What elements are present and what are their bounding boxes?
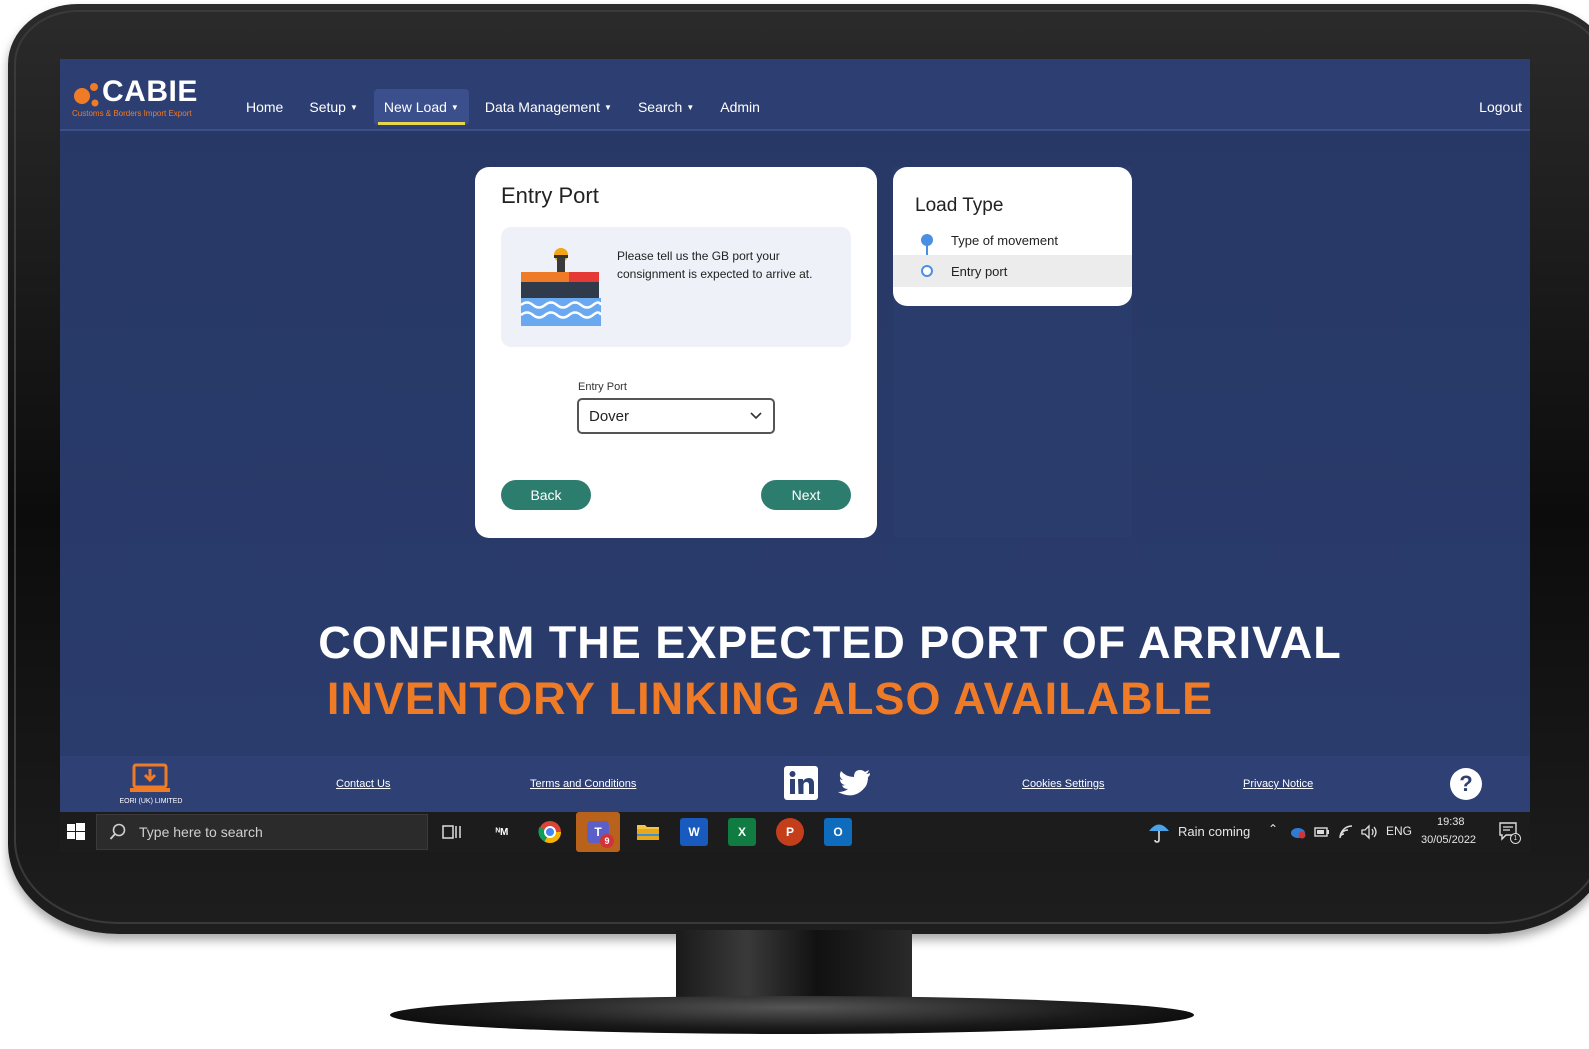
onedrive-icon[interactable] (1290, 825, 1306, 839)
nav-admin[interactable]: Admin (710, 89, 770, 125)
entry-port-label: Entry Port (578, 381, 627, 393)
step-label: Type of movement (951, 232, 1058, 248)
entry-port-value: Dover (589, 407, 630, 425)
search-icon (109, 823, 126, 840)
load-type-panel: Load Type Type of movement Entry port (893, 167, 1132, 306)
clock-time[interactable]: 19:38 (1437, 816, 1465, 828)
notification-center-icon[interactable]: 1 (1498, 821, 1521, 844)
nav-home-label: Home (246, 99, 284, 115)
excel-icon[interactable]: X (728, 818, 756, 846)
app-window: CABIE Customs & Borders Import Export Ho… (60, 59, 1530, 812)
caret-down-icon: ▼ (450, 102, 459, 112)
footer-logo: EORI (UK) LIMITED (116, 762, 186, 808)
brand-name: CABIE (102, 75, 198, 108)
search-placeholder: Type here to search (139, 824, 263, 840)
wifi-icon[interactable] (1338, 824, 1354, 840)
next-button[interactable]: Next (761, 480, 851, 510)
entry-port-card: Entry Port Please tell us the GB port yo… (475, 167, 877, 538)
entry-port-select[interactable]: Dover (577, 398, 775, 434)
step-done-icon (921, 234, 933, 246)
volume-icon[interactable] (1360, 824, 1378, 840)
nav-data-management[interactable]: Data Management ▼ (475, 89, 622, 125)
outlook-icon[interactable]: O (824, 818, 852, 846)
footer-company: EORI (UK) LIMITED (119, 798, 183, 805)
headline-secondary: INVENTORY LINKING ALSO AVAILABLE (326, 673, 1214, 724)
info-box: Please tell us the GB port your consignm… (501, 227, 851, 347)
privacy-notice-link[interactable]: Privacy Notice (1243, 778, 1313, 790)
caret-down-icon: ▼ (686, 102, 695, 112)
monitor-screen: CABIE Customs & Borders Import Export Ho… (60, 59, 1530, 852)
step-type-of-movement[interactable]: Type of movement (893, 224, 1132, 256)
info-text: Please tell us the GB port your consignm… (617, 249, 813, 281)
step-current-icon (921, 265, 933, 277)
umbrella-icon[interactable] (1148, 820, 1170, 844)
linkedin-icon[interactable] (784, 766, 818, 800)
nav-setup[interactable]: Setup ▼ (299, 89, 368, 125)
monitor-mockup: CABIE Customs & Borders Import Export Ho… (0, 0, 1589, 1049)
chevron-up-icon[interactable]: ⌃ (1268, 822, 1278, 836)
teams-badge: 9 (600, 834, 614, 848)
windows-taskbar: Type here to search ᴺM T 9 W X P O Rain … (60, 812, 1530, 852)
caret-down-icon: ▼ (349, 102, 358, 112)
port-dock-icon (520, 248, 603, 326)
app-icon[interactable]: ᴺM (488, 818, 516, 846)
monitor-base (390, 996, 1194, 1034)
brand-tagline: Customs & Borders Import Export (72, 109, 192, 118)
nav-search-label: Search (637, 99, 683, 115)
step-label: Entry port (951, 263, 1008, 279)
language-indicator[interactable]: ENG (1386, 824, 1412, 838)
headline-primary: CONFIRM THE EXPECTED PORT OF ARRIVAL (318, 617, 1342, 668)
logo-mark-icon (74, 83, 99, 107)
teams-icon[interactable]: T 9 (576, 812, 620, 852)
help-icon[interactable]: ? (1450, 768, 1482, 800)
nav-data-management-label: Data Management (484, 99, 601, 115)
word-icon[interactable]: W (680, 818, 708, 846)
task-view-icon[interactable] (438, 818, 466, 846)
cookies-settings-link[interactable]: Cookies Settings (1022, 778, 1105, 790)
notification-count: 1 (1510, 833, 1521, 844)
laptop-download-icon (130, 763, 170, 792)
brand-logo[interactable]: CABIE Customs & Borders Import Export (72, 75, 222, 121)
file-explorer-icon[interactable] (634, 818, 662, 846)
chrome-icon[interactable] (536, 818, 564, 846)
clock-date[interactable]: 30/05/2022 (1421, 834, 1476, 846)
terms-link[interactable]: Terms and Conditions (530, 778, 636, 790)
main-nav: Home Setup ▼ New Load ▼ Data Management … (236, 89, 776, 125)
step-entry-port[interactable]: Entry port (893, 255, 1132, 287)
card-title: Entry Port (501, 183, 599, 208)
powerpoint-icon[interactable]: P (776, 818, 804, 846)
back-button[interactable]: Back (501, 480, 591, 510)
weather-text[interactable]: Rain coming (1178, 824, 1250, 839)
twitter-icon[interactable] (838, 766, 872, 800)
nav-setup-label: Setup (309, 99, 346, 115)
taskbar-search-input[interactable]: Type here to search (96, 814, 428, 850)
nav-search[interactable]: Search ▼ (628, 89, 704, 125)
battery-icon[interactable] (1314, 825, 1330, 839)
contact-us-link[interactable]: Contact Us (336, 778, 390, 790)
top-navbar: CABIE Customs & Borders Import Export Ho… (60, 59, 1530, 131)
nav-new-load-label: New Load (383, 99, 447, 115)
nav-home[interactable]: Home (236, 89, 293, 125)
nav-new-load[interactable]: New Load ▼ (373, 89, 469, 125)
logout-link[interactable]: Logout (1479, 99, 1522, 115)
chevron-down-icon (750, 412, 762, 420)
windows-start-icon[interactable] (64, 820, 88, 844)
nav-admin-label: Admin (720, 99, 760, 115)
site-footer: EORI (UK) LIMITED Contact Us Terms and C… (60, 756, 1530, 812)
caret-down-icon: ▼ (604, 102, 612, 112)
panel-title: Load Type (915, 195, 1004, 216)
